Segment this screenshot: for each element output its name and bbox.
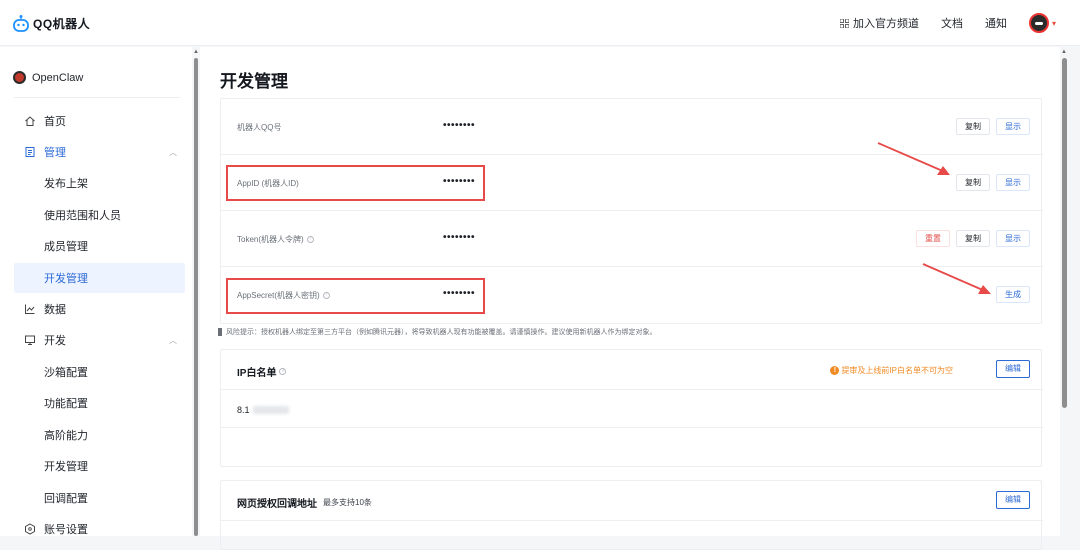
chevron-up-icon: ︿ xyxy=(169,335,177,345)
help-icon[interactable]: ? xyxy=(306,236,314,243)
grid-icon xyxy=(839,18,849,28)
docs-link[interactable]: 文档 xyxy=(941,15,963,31)
sidebar-item-features[interactable]: 功能配置 xyxy=(14,388,185,418)
sidebar-item-sandbox[interactable]: 沙箱配置 xyxy=(14,357,185,387)
chevron-down-icon: ▾ xyxy=(1051,18,1056,28)
credential-label: 机器人QQ号 xyxy=(237,123,282,132)
risk-note-text: 风险提示：授权机器人绑定至第三方平台（例如腾讯元器），将导致机器人现有功能被覆盖… xyxy=(226,329,657,336)
ip-row: 8.1 xyxy=(221,390,1043,428)
sidebar-item-label: 数据 xyxy=(44,304,66,316)
credential-label-text: Token(机器人令牌) xyxy=(237,235,304,244)
sidebar-item-manage[interactable]: 管理 ︿ xyxy=(14,137,185,167)
app-logo-text: QQ机器人 xyxy=(33,16,91,31)
join-channel-label: 加入官方频道 xyxy=(852,18,919,30)
risk-bar-icon xyxy=(218,328,222,336)
notify-link[interactable]: 通知 xyxy=(985,15,1007,31)
help-icon[interactable]: ? xyxy=(279,368,287,375)
sidebar-item-home[interactable]: 首页 xyxy=(14,106,185,136)
sidebar-item-scope[interactable]: 使用范围和人员 xyxy=(14,200,185,230)
sidebar-item-members[interactable]: 成员管理 xyxy=(14,231,185,261)
user-menu[interactable]: ▾ xyxy=(1028,13,1056,33)
bot-selector[interactable]: OpenClaw xyxy=(13,71,83,84)
sidebar: OpenClaw 首页 管理 ︿ 发布上架 使用范围和人员 成员管理 开发 管理 … xyxy=(0,47,192,536)
chart-icon xyxy=(25,304,35,314)
top-nav: 加入官方频道 文档 通知 ▾ xyxy=(818,0,1056,46)
annotation-arrows xyxy=(877,142,991,294)
avatar xyxy=(1028,13,1049,33)
callback-title: 网页授权回调地址 最多支持10条 xyxy=(237,495,372,510)
credential-label: Token(机器人令牌) ? xyxy=(237,234,314,245)
sidebar-item-account[interactable]: 账号设置 xyxy=(14,514,185,544)
sidebar-item-advanced[interactable]: 高阶能力 xyxy=(14,420,185,450)
doc-icon xyxy=(25,147,35,157)
hex-icon xyxy=(25,523,35,535)
callback-card: 网页授权回调地址 最多支持10条 编辑 xyxy=(220,480,1043,550)
sidebar-item-data[interactable]: 数据 xyxy=(14,294,185,324)
ip-whitelist-header: IP白名单 ? ! 提审及上线前IP白名单不可为空 编辑 xyxy=(221,350,1043,390)
ip-value: 8.1 xyxy=(237,405,289,415)
main-scrollbar[interactable] xyxy=(1062,58,1067,408)
join-channel-link[interactable]: 加入官方频道 xyxy=(839,15,919,31)
redacted-ip xyxy=(252,406,289,414)
callback-header: 网页授权回调地址 最多支持10条 编辑 xyxy=(221,481,1043,521)
bot-name: OpenClaw xyxy=(32,71,84,84)
ip-whitelist-title-text: IP白名单 xyxy=(237,368,277,379)
ip-whitelist-title: IP白名单 ? xyxy=(237,364,287,379)
ip-warning-text: 提审及上线前IP白名单不可为空 xyxy=(841,366,953,375)
copy-button[interactable]: 复制 xyxy=(956,118,990,135)
ip-whitelist-card: IP白名单 ? ! 提审及上线前IP白名单不可为空 编辑 8.1 xyxy=(220,349,1043,467)
sidebar-item-dev-manage-active[interactable]: 开发管理 xyxy=(14,263,185,293)
sidebar-item-dev[interactable]: 开发 ︿ xyxy=(14,325,185,355)
sidebar-item-publish[interactable]: 发布上架 xyxy=(14,168,185,198)
sidebar-item-label: 账号设置 xyxy=(44,524,88,536)
scroll-up-arrow-icon[interactable]: ▲ xyxy=(193,49,199,55)
highlight-box-appsecret xyxy=(226,278,485,314)
risk-note: 风险提示：授权机器人绑定至第三方平台（例如腾讯元器），将导致机器人现有功能被覆盖… xyxy=(218,327,657,337)
scroll-up-arrow-icon[interactable]: ▲ xyxy=(1061,49,1067,55)
robot-logo-icon xyxy=(13,15,29,32)
warning-icon: ! xyxy=(830,366,840,375)
sidebar-item-callback[interactable]: 回调配置 xyxy=(14,483,185,513)
credential-value: •••••••• xyxy=(443,232,476,243)
chevron-up-icon: ︿ xyxy=(169,147,177,157)
sidebar-item-dev-manage[interactable]: 开发管理 xyxy=(14,451,185,481)
bot-avatar-icon xyxy=(13,71,26,84)
main-content: 开发管理 机器人QQ号 •••••••• 复制 显示 AppID (机器人ID)… xyxy=(200,47,1060,550)
credential-value: •••••••• xyxy=(443,120,476,131)
sidebar-item-label: 开发 xyxy=(44,335,66,347)
top-bar: QQ机器人 加入官方频道 文档 通知 ▾ xyxy=(0,0,1080,46)
callback-subtitle: 最多支持10条 xyxy=(323,498,372,507)
home-icon xyxy=(25,116,35,126)
app-logo[interactable]: QQ机器人 xyxy=(12,12,90,34)
page-title: 开发管理 xyxy=(220,72,288,91)
monitor-icon xyxy=(25,335,35,345)
show-button[interactable]: 显示 xyxy=(996,118,1030,135)
sidebar-scrollbar[interactable] xyxy=(194,58,198,536)
sidebar-item-label: 管理 xyxy=(44,147,66,159)
sidebar-item-label: 首页 xyxy=(44,116,66,128)
callback-title-text: 网页授权回调地址 xyxy=(237,499,317,510)
ip-warning: ! 提审及上线前IP白名单不可为空 xyxy=(830,365,953,376)
ip-edit-button[interactable]: 编辑 xyxy=(996,360,1030,378)
callback-edit-button[interactable]: 编辑 xyxy=(996,491,1030,509)
highlight-box-appid xyxy=(226,165,485,201)
divider xyxy=(14,97,180,98)
ip-prefix: 8.1 xyxy=(237,405,250,415)
